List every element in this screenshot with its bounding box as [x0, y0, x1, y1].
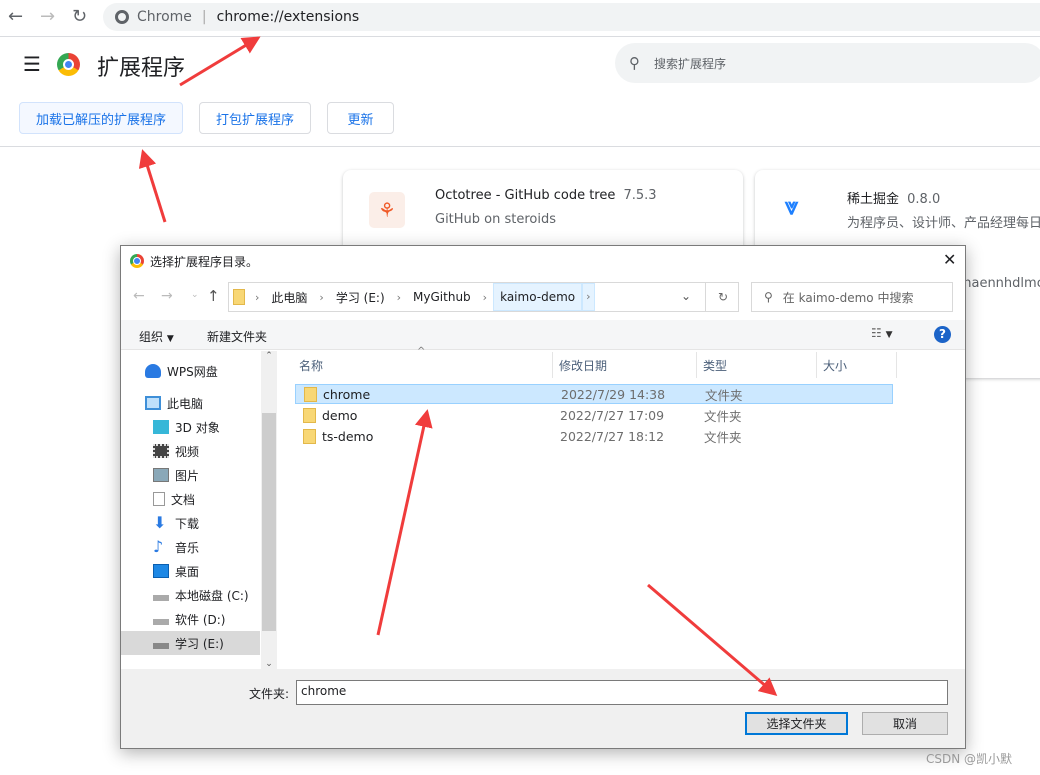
file-row[interactable]: ts-demo 2022/7/27 18:12 文件夹	[295, 426, 893, 446]
nav-scrollbar[interactable]: ⌃ ⌄	[261, 351, 277, 669]
back-button[interactable]: ←	[8, 6, 23, 27]
organize-menu[interactable]: 组织 ▼	[139, 328, 174, 345]
select-folder-dialog: 选择扩展程序目录。 ✕ ← → ⌄ ↑ › 此电脑 › 学习 (E:) › MyGit…	[120, 245, 966, 749]
reload-button[interactable]: ↻	[72, 6, 87, 27]
folder-search-input[interactable]: ⚲ 在 kaimo-demo 中搜索	[751, 282, 953, 312]
column-headers: 名称 ^ 修改日期 类型 大小	[293, 346, 897, 378]
watermark: CSDN @凯小默	[926, 752, 1013, 766]
octotree-icon: ⚘	[369, 192, 405, 228]
address-bar[interactable]: › 此电脑 › 学习 (E:) › MyGithub › kaimo-demo › ⌄ ↻	[228, 282, 739, 312]
select-folder-button[interactable]: 选择文件夹	[745, 712, 848, 735]
extension-description: 为程序员、设计师、产品经理每日	[847, 216, 1040, 231]
sort-ascending-icon: ^	[417, 346, 426, 357]
extension-description: GitHub on steroids	[435, 212, 557, 227]
chrome-icon	[115, 10, 129, 24]
extension-id: nhaennhdlmc	[955, 276, 1040, 291]
forward-button[interactable]: →	[40, 6, 55, 27]
arrow	[138, 149, 167, 223]
page-title: 扩展程序	[97, 56, 186, 81]
breadcrumb-item[interactable]: 学习 (E:)	[330, 289, 391, 306]
refresh-button[interactable]: ↻	[705, 283, 740, 311]
extension-version: 0.8.0	[907, 192, 941, 207]
dialog-title: 选择扩展程序目录。	[150, 255, 259, 269]
help-icon[interactable]: ?	[934, 326, 951, 343]
navigation-pane: WPS网盘 此电脑 3D 对象 视频 图片 文档 ⬇ 下载 ♪ 音乐 桌面 本地磁盘…	[121, 351, 277, 669]
view-options-icon[interactable]: ☷ ▼	[871, 326, 893, 340]
extension-version: 7.5.3	[623, 188, 657, 203]
file-row[interactable]: demo 2022/7/27 17:09 文件夹	[295, 405, 893, 425]
chrome-icon	[130, 254, 144, 268]
back-button[interactable]: ←	[133, 288, 145, 304]
arrow	[179, 36, 261, 87]
forward-button[interactable]: →	[161, 288, 173, 304]
search-placeholder: 在 kaimo-demo 中搜索	[782, 290, 914, 305]
search-input[interactable]: ⚲ 搜索扩展程序	[615, 43, 1040, 83]
folder-icon	[304, 386, 317, 402]
folder-label: 文件夹:	[249, 687, 290, 701]
column-type[interactable]: 类型	[697, 352, 817, 378]
folder-icon	[303, 428, 316, 444]
search-icon: ⚲	[629, 54, 640, 72]
pack-extension-button[interactable]: 打包扩展程序	[199, 102, 311, 134]
folder-input[interactable]: chrome	[296, 680, 948, 705]
load-unpacked-button[interactable]: 加载已解压的扩展程序	[19, 102, 183, 134]
new-folder-button[interactable]: 新建文件夹	[207, 328, 267, 345]
column-date[interactable]: 修改日期	[553, 352, 697, 378]
breadcrumb-item-current[interactable]: kaimo-demo	[493, 283, 583, 311]
folder-icon	[303, 407, 316, 423]
breadcrumb-item[interactable]: 此电脑	[265, 289, 313, 306]
search-icon: ⚲	[764, 290, 773, 304]
omnibox-site: Chrome	[137, 9, 192, 25]
breadcrumb-item[interactable]: MyGithub	[407, 290, 477, 304]
search-placeholder: 搜索扩展程序	[654, 56, 727, 71]
close-icon[interactable]: ✕	[943, 250, 956, 269]
nav-item-selected[interactable]: 学习 (E:)	[121, 631, 260, 655]
file-row[interactable]: chrome 2022/7/29 14:38 文件夹	[295, 384, 893, 404]
cancel-button[interactable]: 取消	[862, 712, 948, 735]
column-size[interactable]: 大小	[817, 352, 897, 378]
up-button[interactable]: ↑	[207, 287, 220, 305]
recent-dropdown-icon[interactable]: ⌄	[191, 290, 199, 300]
juejin-icon: ⩔	[785, 192, 799, 220]
omnibox[interactable]: Chrome | chrome://extensions	[103, 3, 1040, 31]
extension-name: 稀土掘金	[847, 192, 900, 207]
folder-icon	[233, 289, 245, 305]
update-button[interactable]: 更新	[327, 102, 394, 134]
omnibox-url: chrome://extensions	[216, 9, 360, 25]
chrome-logo	[57, 53, 80, 76]
extension-name: Octotree - GitHub code tree	[435, 188, 616, 203]
chevron-down-icon[interactable]: ⌄	[681, 289, 691, 303]
menu-icon[interactable]: ☰	[23, 52, 41, 76]
